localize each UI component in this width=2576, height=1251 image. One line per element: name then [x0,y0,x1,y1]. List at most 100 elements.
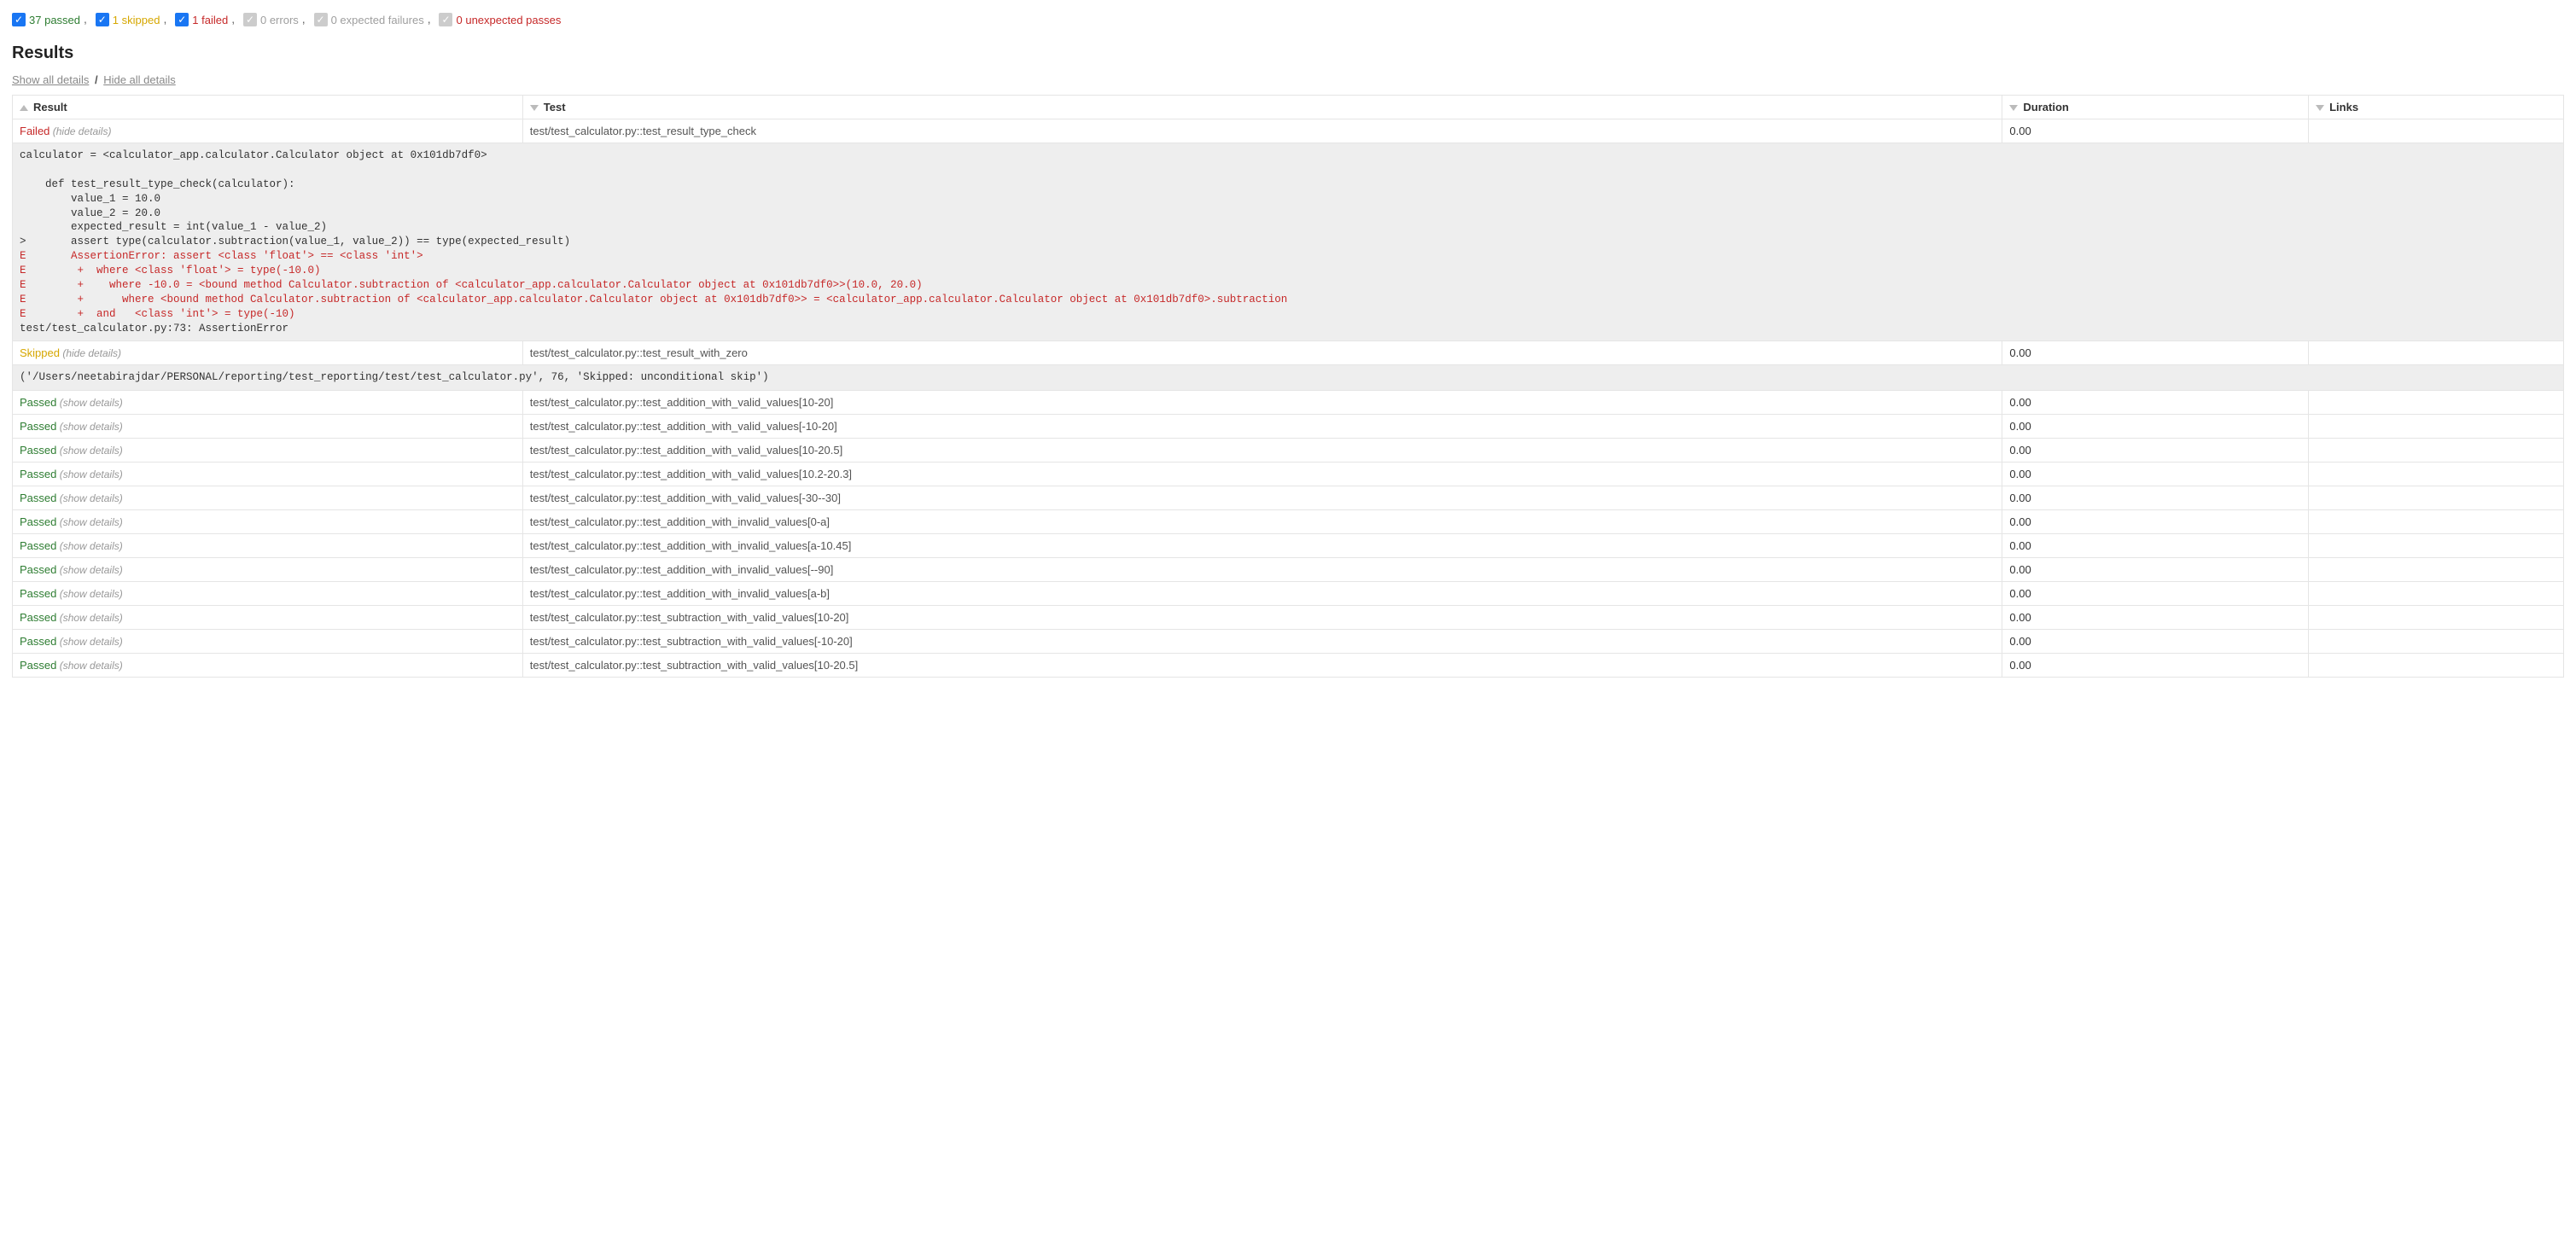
status-label: Passed [20,492,56,504]
table-row: Passed (show details)test/test_calculato… [13,534,2564,558]
results-heading: Results [12,44,2564,63]
result-cell: Passed (show details) [13,391,523,415]
links-cell [2309,630,2564,654]
show-details-toggle[interactable]: (show details) [56,564,122,576]
table-row: Passed (show details)test/test_calculato… [13,630,2564,654]
duration-cell: 0.00 [2002,558,2309,582]
result-cell: Passed (show details) [13,510,523,534]
checkbox-expfail-icon: ✓ [314,13,328,26]
test-name-cell: test/test_calculator.py::test_addition_w… [522,486,2002,510]
filter-expfail[interactable]: ✓ 0 expected failures [314,13,424,26]
result-cell: Passed (show details) [13,463,523,486]
show-details-toggle[interactable]: (show details) [56,397,122,409]
duration-cell: 0.00 [2002,654,2309,678]
separator: , [428,12,431,26]
duration-cell: 0.00 [2002,119,2309,143]
result-cell: Passed (show details) [13,558,523,582]
duration-cell: 0.00 [2002,630,2309,654]
separator: , [302,12,306,26]
filter-failed-label: 1 failed [192,14,228,26]
links-cell [2309,391,2564,415]
duration-cell: 0.00 [2002,510,2309,534]
table-row: Passed (show details)test/test_calculato… [13,582,2564,606]
filter-errors[interactable]: ✓ 0 errors [243,13,299,26]
duration-cell: 0.00 [2002,606,2309,630]
test-name-cell: test/test_calculator.py::test_addition_w… [522,534,2002,558]
separator: , [163,12,166,26]
status-label: Passed [20,563,56,576]
show-details-toggle[interactable]: (show details) [56,445,122,457]
table-row: Passed (show details)test/test_calculato… [13,439,2564,463]
show-details-toggle[interactable]: (show details) [56,421,122,433]
filter-errors-label: 0 errors [260,14,299,26]
status-label: Passed [20,539,56,552]
table-row: Passed (show details)test/test_calculato… [13,558,2564,582]
test-name-cell: test/test_calculator.py::test_addition_w… [522,463,2002,486]
failed-details-cell: calculator = <calculator_app.calculator.… [13,143,2564,341]
results-table: Result Test Duration Links Failed (hide … [12,95,2564,678]
test-name-cell: test/test_calculator.py::test_addition_w… [522,510,2002,534]
status-label: Passed [20,515,56,528]
status-label: Passed [20,444,56,457]
col-header-test[interactable]: Test [522,96,2002,119]
filter-failed[interactable]: ✓ 1 failed [175,13,228,26]
filter-skipped-label: 1 skipped [113,14,160,26]
links-cell [2309,510,2564,534]
duration-cell: 0.00 [2002,463,2309,486]
filter-bar: ✓ 37 passed , ✓ 1 skipped , ✓ 1 failed ,… [12,9,2564,35]
show-details-toggle[interactable]: (show details) [56,516,122,528]
result-cell: Passed (show details) [13,439,523,463]
links-cell [2309,486,2564,510]
col-header-duration[interactable]: Duration [2002,96,2309,119]
links-cell [2309,463,2564,486]
details-row: ('/Users/neetabirajdar/PERSONAL/reportin… [13,365,2564,391]
col-header-links[interactable]: Links [2309,96,2564,119]
show-details-toggle[interactable]: (show details) [56,492,122,504]
hide-details-toggle[interactable]: (hide details) [50,125,111,137]
show-details-toggle[interactable]: (show details) [56,540,122,552]
duration-cell: 0.00 [2002,439,2309,463]
table-row: Passed (show details)test/test_calculato… [13,415,2564,439]
status-label: Passed [20,587,56,600]
show-all-details-link[interactable]: Show all details [12,73,89,86]
show-details-toggle[interactable]: (show details) [56,660,122,672]
show-details-toggle[interactable]: (show details) [56,588,122,600]
skipped-details-cell: ('/Users/neetabirajdar/PERSONAL/reportin… [13,365,2564,391]
show-details-toggle[interactable]: (show details) [56,636,122,648]
col-header-result[interactable]: Result [13,96,523,119]
test-name-cell: test/test_calculator.py::test_result_typ… [522,119,2002,143]
status-label: Passed [20,468,56,480]
links-cell [2309,534,2564,558]
details-row: calculator = <calculator_app.calculator.… [13,143,2564,341]
checkbox-passed-icon: ✓ [12,13,26,26]
result-cell: Passed (show details) [13,582,523,606]
show-details-toggle[interactable]: (show details) [56,468,122,480]
status-label: Passed [20,420,56,433]
filter-skipped[interactable]: ✓ 1 skipped [96,13,160,26]
links-cell [2309,606,2564,630]
links-cell [2309,558,2564,582]
result-cell: Passed (show details) [13,415,523,439]
filter-unexp[interactable]: ✓ 0 unexpected passes [439,13,561,26]
status-label: Passed [20,611,56,624]
detail-links: Show all details / Hide all details [12,73,2564,86]
show-details-toggle[interactable]: (show details) [56,612,122,624]
result-cell: Skipped (hide details) [13,341,523,365]
table-row: Passed (show details)test/test_calculato… [13,654,2564,678]
links-cell [2309,654,2564,678]
test-name-cell: test/test_calculator.py::test_result_wit… [522,341,2002,365]
checkbox-skipped-icon: ✓ [96,13,109,26]
table-row: Passed (show details)test/test_calculato… [13,463,2564,486]
hide-details-toggle[interactable]: (hide details) [60,347,121,359]
test-name-cell: test/test_calculator.py::test_subtractio… [522,630,2002,654]
skip-reason-log: ('/Users/neetabirajdar/PERSONAL/reportin… [20,370,2556,385]
hide-all-details-link[interactable]: Hide all details [103,73,176,86]
filter-passed[interactable]: ✓ 37 passed [12,13,80,26]
filter-passed-label: 37 passed [29,14,80,26]
result-cell: Passed (show details) [13,630,523,654]
filter-unexp-label: 0 unexpected passes [456,14,561,26]
status-label: Passed [20,659,56,672]
result-cell: Passed (show details) [13,486,523,510]
result-cell: Passed (show details) [13,534,523,558]
table-row: Passed (show details)test/test_calculato… [13,391,2564,415]
